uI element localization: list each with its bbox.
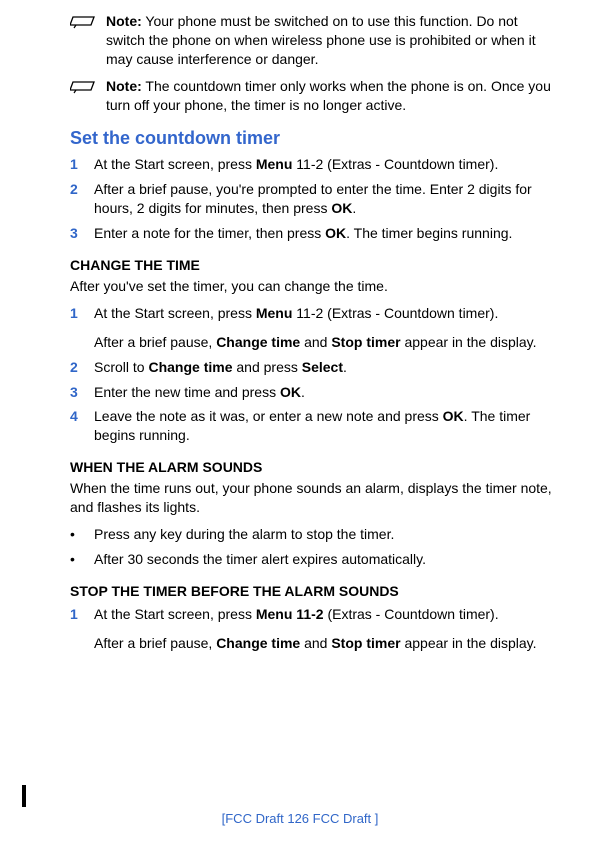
paragraph: When the time runs out, your phone sound…	[70, 479, 560, 517]
change-step-3: 3 Enter the new time and press OK.	[70, 383, 560, 402]
step-3: 3 Enter a note for the timer, then press…	[70, 224, 560, 243]
footer-text: [FCC Draft 126 FCC Draft ]	[0, 811, 600, 826]
section-heading: Set the countdown timer	[70, 128, 560, 149]
change-step-2: 2 Scroll to Change time and press Select…	[70, 358, 560, 377]
bullet-1: • Press any key during the alarm to stop…	[70, 525, 560, 544]
note-text: Note: The countdown timer only works whe…	[106, 77, 560, 115]
note-icon	[70, 80, 106, 97]
subheading-change-time: CHANGE THE TIME	[70, 257, 560, 273]
step-1: 1 At the Start screen, press Menu 11-2 (…	[70, 155, 560, 174]
note-icon	[70, 15, 106, 32]
step-2: 2 After a brief pause, you're prompted t…	[70, 180, 560, 218]
subheading-alarm-sounds: WHEN THE ALARM SOUNDS	[70, 459, 560, 475]
change-step-4: 4 Leave the note as it was, or enter a n…	[70, 407, 560, 445]
note-1: Note: Your phone must be switched on to …	[70, 12, 560, 69]
note-2: Note: The countdown timer only works whe…	[70, 77, 560, 115]
stop-step-1: 1 At the Start screen, press Menu 11-2 (…	[70, 605, 560, 653]
paragraph: After you've set the timer, you can chan…	[70, 277, 560, 296]
note-text: Note: Your phone must be switched on to …	[106, 12, 560, 69]
subheading-stop-timer: STOP THE TIMER BEFORE THE ALARM SOUNDS	[70, 583, 560, 599]
change-step-1: 1 At the Start screen, press Menu 11-2 (…	[70, 304, 560, 352]
bullet-2: • After 30 seconds the timer alert expir…	[70, 550, 560, 569]
page-edge-marker	[22, 785, 26, 807]
